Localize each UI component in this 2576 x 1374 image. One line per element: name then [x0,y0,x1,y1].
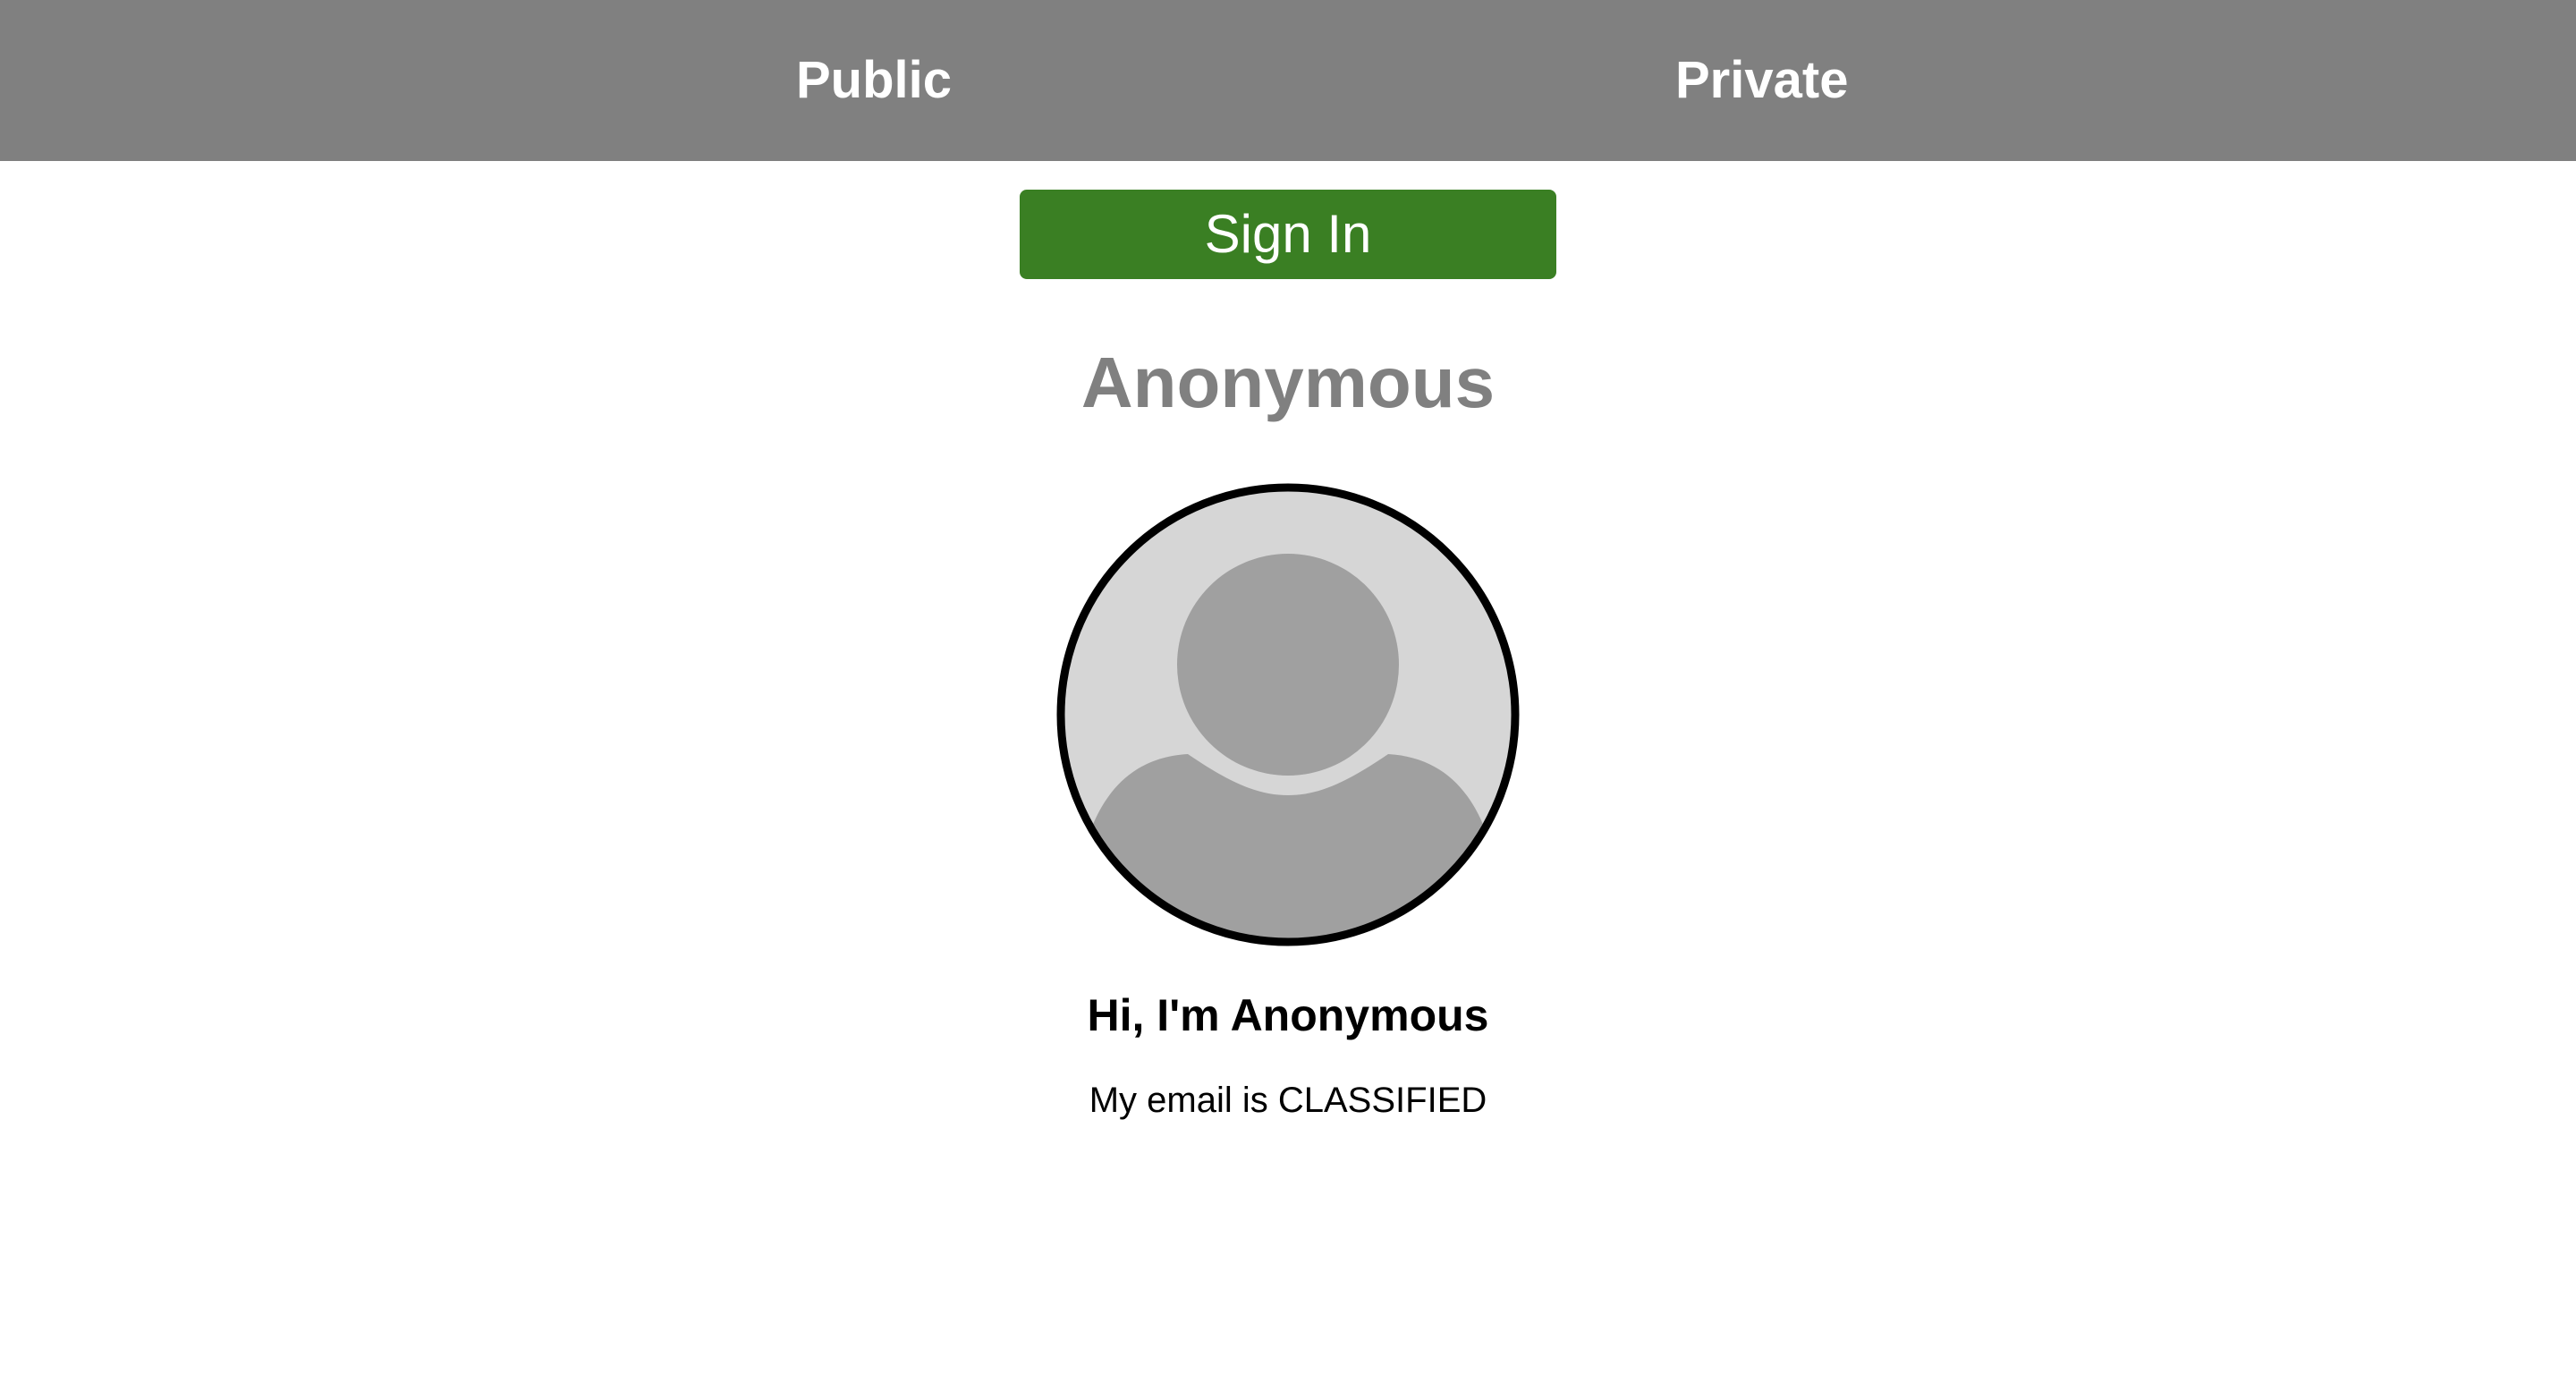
avatar [1054,480,1522,949]
profile-name-heading: Anonymous [1080,343,1496,422]
top-navigation-bar: Public Private [0,0,2576,161]
profile-email-text: My email is CLASSIFIED [1089,1081,1487,1120]
nav-link-public[interactable]: Public [796,0,952,161]
default-user-avatar-icon [1056,483,1520,946]
profile-greeting: Hi, I'm Anonymous [1087,990,1489,1040]
avatar-head [1177,554,1399,776]
nav-link-private[interactable]: Private [1675,0,1848,161]
sign-in-button[interactable]: Sign In [1020,190,1556,279]
